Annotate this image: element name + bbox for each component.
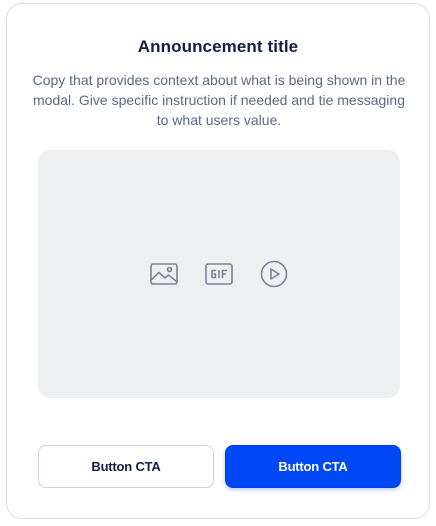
modal-copy: Copy that provides context about what is…	[32, 72, 406, 128]
modal-title: Announcement title	[137, 37, 299, 56]
media-placeholder	[38, 150, 400, 398]
primary-cta-button[interactable]: Button CTA	[225, 445, 401, 488]
media-icons	[38, 260, 400, 288]
play-icon	[260, 260, 288, 288]
secondary-cta-button[interactable]: Button CTA	[38, 445, 214, 488]
image-icon	[150, 263, 178, 285]
gif-icon	[205, 263, 233, 285]
announcement-modal: Announcement title Copy that provides co…	[6, 3, 430, 519]
